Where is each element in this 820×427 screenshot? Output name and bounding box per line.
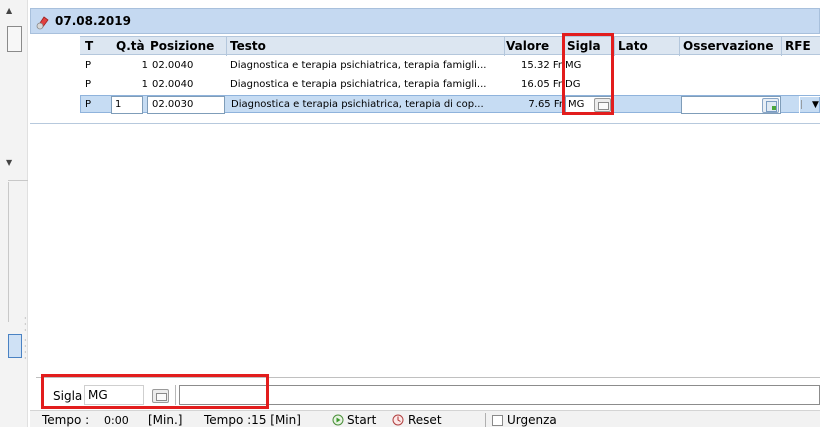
- date-group-row[interactable]: 07.08.2019: [30, 8, 820, 34]
- col-header-testo[interactable]: Testo: [230, 39, 266, 53]
- grid-header: T Q.tà Posizione Testo Valore Sigla Lato…: [80, 36, 820, 56]
- col-header-valore[interactable]: Valore: [506, 39, 549, 53]
- dropdown-separator: |: [800, 100, 804, 110]
- splitter-grip[interactable]: · · ·: [24, 315, 27, 335]
- cell-posizione: 02.0040: [152, 60, 194, 71]
- divider: [8, 180, 28, 181]
- col-header-posizione[interactable]: Posizione: [150, 39, 214, 53]
- cell-qta: 1: [141, 79, 148, 90]
- tempo-unit: [Min.]: [148, 413, 183, 427]
- divider: [485, 413, 486, 427]
- scroll-down-icon[interactable]: ▼: [6, 158, 12, 167]
- cell-posizione: 02.0040: [152, 79, 194, 90]
- rfe-dropdown[interactable]: | ▼: [799, 96, 820, 114]
- qta-input[interactable]: 1: [111, 96, 143, 114]
- column-separator: [504, 37, 505, 56]
- table-row[interactable]: P 1 02.0040 Diagnostica e terapia psichi…: [80, 76, 820, 94]
- cell-testo: Diagnostica e terapia psichiatrica, tera…: [230, 79, 487, 90]
- urgenza-label[interactable]: Urgenza: [507, 413, 557, 427]
- posizione-input[interactable]: 02.0030: [147, 96, 225, 114]
- reset-icon: [392, 414, 404, 426]
- reset-button[interactable]: Reset: [408, 413, 442, 427]
- col-header-lato[interactable]: Lato: [618, 39, 648, 53]
- scroll-up-icon[interactable]: ▲: [6, 6, 12, 15]
- group-date: 07.08.2019: [55, 14, 131, 28]
- cell-t: P: [85, 99, 92, 110]
- osservazione-input[interactable]: [681, 96, 781, 114]
- col-header-rfe[interactable]: RFE: [785, 39, 811, 53]
- service-group-icon: [36, 16, 49, 30]
- qta-value: 1: [115, 99, 122, 110]
- tempo-value: 0:00: [104, 414, 129, 427]
- column-separator: [614, 37, 615, 56]
- start-button[interactable]: Start: [347, 413, 376, 427]
- table-row[interactable]: P 1 02.0040 Diagnostica e terapia psichi…: [80, 57, 820, 75]
- col-header-osservazione[interactable]: Osservazione: [683, 39, 774, 53]
- sigla-column-highlight: [562, 33, 614, 115]
- posizione-value: 02.0030: [152, 99, 194, 110]
- cell-t: P: [85, 60, 92, 71]
- start-icon: [332, 414, 344, 426]
- sigla-field-highlight: [41, 374, 269, 409]
- tempo-total: Tempo :15 [Min]: [204, 413, 301, 427]
- scrollbar-thumb[interactable]: [7, 26, 22, 52]
- column-separator: [679, 37, 680, 56]
- col-header-qta[interactable]: Q.tà: [116, 39, 145, 53]
- osservazione-edit-icon[interactable]: [762, 98, 779, 113]
- cell-valore: 7.65 Fr: [528, 99, 563, 110]
- cell-testo: Diagnostica e terapia psichiatrica, tera…: [230, 60, 487, 71]
- left-scroll-strip: ▲ ▼ · · · · · · ·: [0, 0, 28, 427]
- table-row-selected[interactable]: P 1 02.0030 Diagnostica e terapia psichi…: [80, 95, 820, 114]
- chevron-down-icon[interactable]: ▼: [812, 100, 819, 110]
- cell-t: P: [85, 79, 92, 90]
- cell-qta: 1: [141, 60, 148, 71]
- cell-testo: Diagnostica e terapia psichiatrica, tera…: [231, 99, 484, 110]
- urgenza-checkbox[interactable]: [492, 415, 503, 426]
- cell-valore: 15.32 Fr: [521, 60, 562, 71]
- status-bar: Tempo : 0:00 [Min.] Tempo :15 [Min] Star…: [30, 410, 820, 427]
- column-separator: [781, 37, 782, 56]
- services-grid: 07.08.2019 T Q.tà Posizione Testo Valore…: [30, 8, 820, 124]
- side-panel-edge: [8, 182, 12, 322]
- sigla-description-field[interactable]: [179, 385, 820, 405]
- splitter-grip[interactable]: · · · ·: [24, 337, 27, 363]
- col-header-t[interactable]: T: [85, 39, 93, 53]
- side-panel-toggle[interactable]: [8, 334, 22, 358]
- tempo-label: Tempo :: [42, 413, 90, 427]
- cell-valore: 16.05 Fr: [521, 79, 562, 90]
- column-separator: [226, 37, 227, 56]
